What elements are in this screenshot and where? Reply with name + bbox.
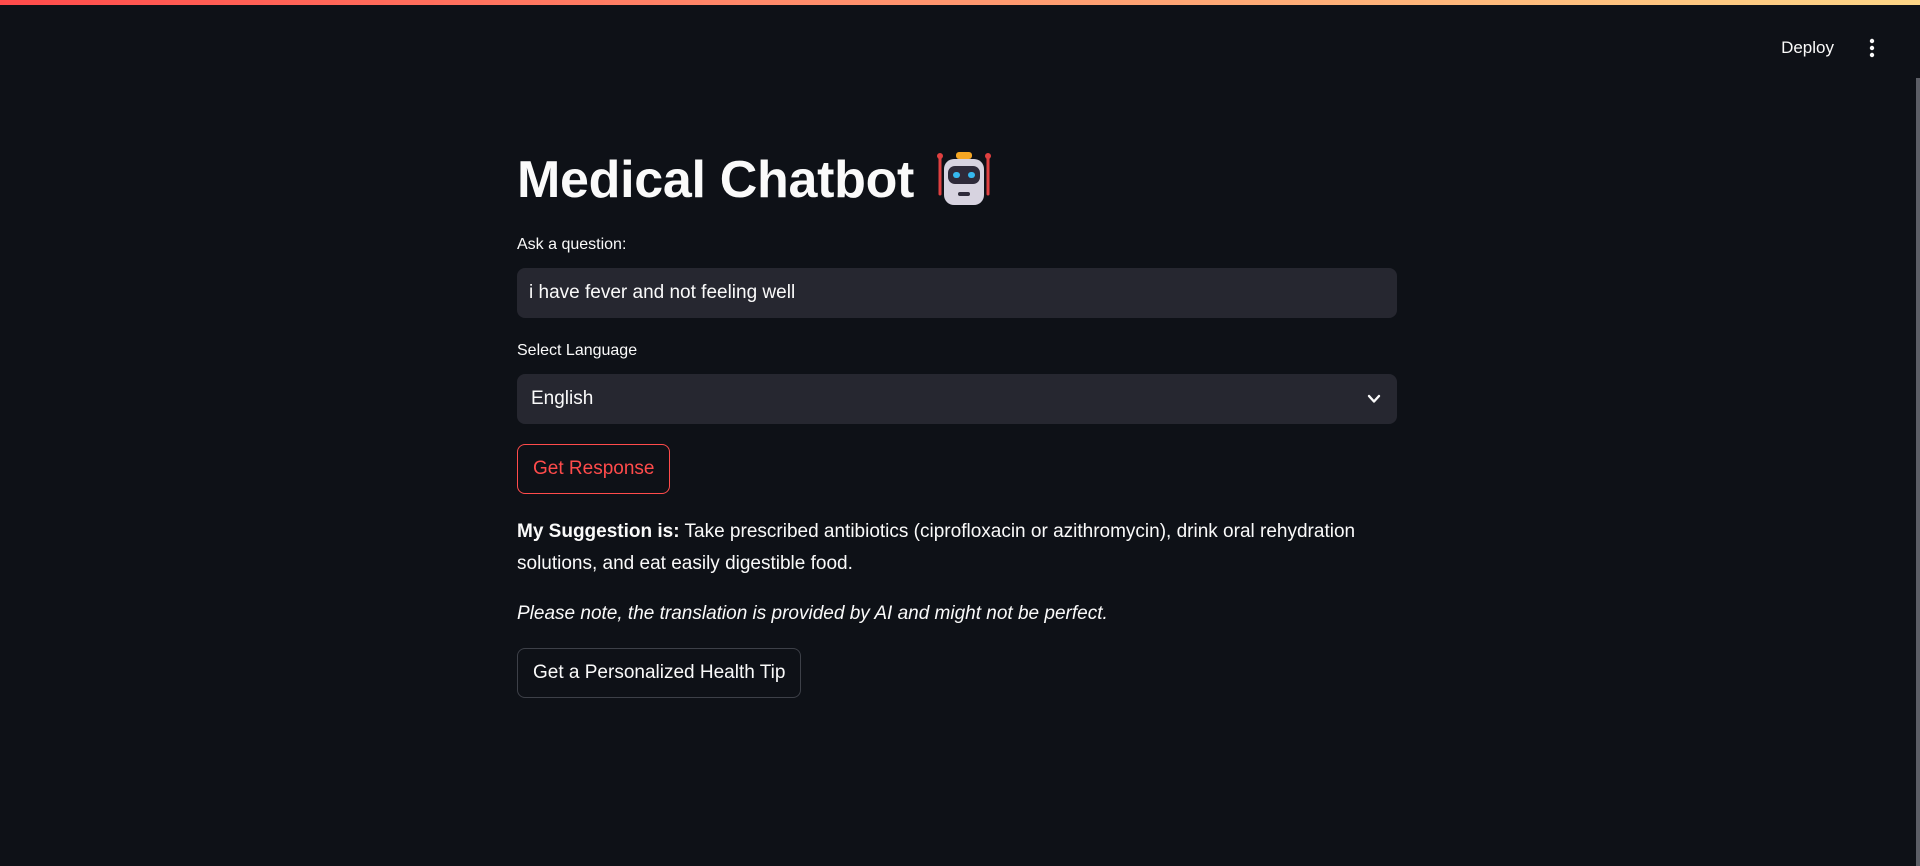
page-title: Medical Chatbot <box>517 140 1397 220</box>
translation-note: Please note, the translation is provided… <box>517 603 1108 624</box>
top-decoration-bar <box>0 0 1920 5</box>
language-label: Select Language <box>517 342 638 359</box>
suggestion-prefix: My Suggestion is: <box>517 521 680 542</box>
scrollbar[interactable] <box>1916 78 1920 866</box>
vertical-ellipsis-icon[interactable] <box>1862 34 1882 62</box>
question-label: Ask a question: <box>517 236 627 253</box>
get-response-button[interactable]: Get Response <box>517 444 671 494</box>
chevron-down-icon[interactable] <box>1365 390 1383 408</box>
suggestion-text: My Suggestion is: Take prescribed antibi… <box>517 516 1397 580</box>
deploy-button[interactable]: Deploy <box>1781 34 1834 62</box>
header-actions: Deploy <box>1781 34 1882 62</box>
language-select[interactable]: English <box>517 374 1397 424</box>
question-input-value[interactable]: i have fever and not feeling well <box>529 282 795 304</box>
main-content: Medical Chatbot Ask a question: i have f… <box>517 140 1397 698</box>
page-title-text: Medical Chatbot <box>517 151 915 209</box>
health-tip-button[interactable]: Get a Personalized Health Tip <box>517 648 802 698</box>
question-input[interactable]: i have fever and not feeling well <box>517 268 1397 318</box>
language-select-value[interactable]: English <box>531 388 593 410</box>
robot-icon <box>934 150 994 210</box>
